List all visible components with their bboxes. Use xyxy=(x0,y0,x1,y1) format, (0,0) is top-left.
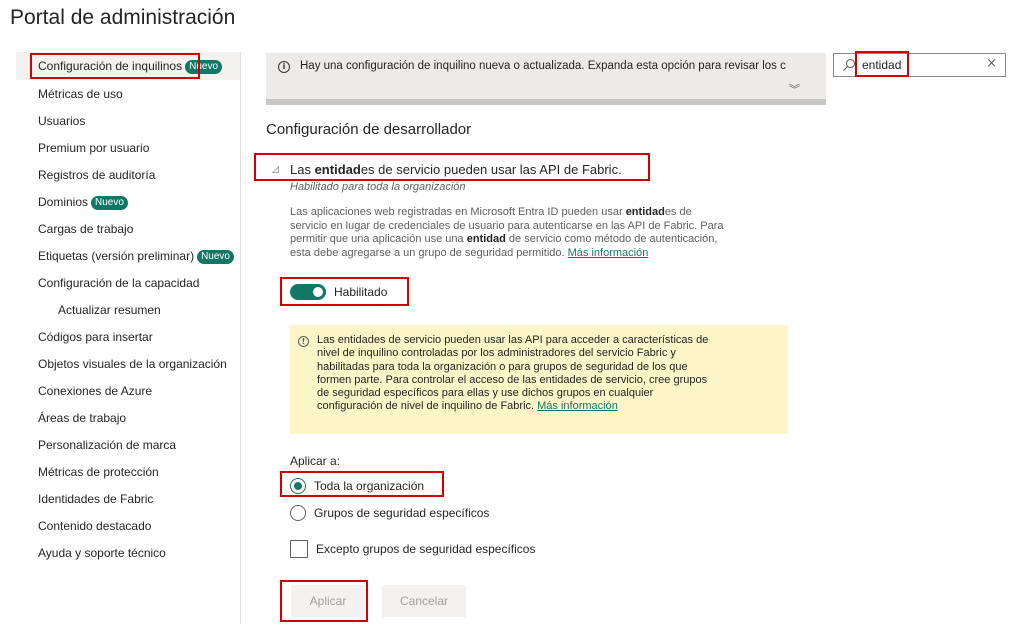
sidebar-item-users[interactable]: Usuarios xyxy=(38,113,85,129)
warning-text: Las entidades de servicio pueden usar la… xyxy=(317,334,709,413)
setting-status: Habilitado para toda la organización xyxy=(290,181,466,193)
sidebar-item-fabric-identities[interactable]: Identidades de Fabric xyxy=(38,491,153,507)
sidebar-item-premium-per-user[interactable]: Premium por usuario xyxy=(38,140,149,156)
sidebar: Configuración de inquilinos Nuevo Métrica… xyxy=(16,52,241,624)
radio-button-checked[interactable] xyxy=(290,478,306,494)
sidebar-item-protection-metrics[interactable]: Métricas de protección xyxy=(38,464,159,480)
banner-scrollbar[interactable] xyxy=(266,99,826,105)
page-title: Portal de administración xyxy=(10,6,236,29)
search-icon xyxy=(843,58,856,71)
sidebar-item-label: Configuración de inquilinos xyxy=(38,59,183,73)
sidebar-item-label: Etiquetas (versión preliminar) xyxy=(38,249,195,263)
sidebar-item-tenant-settings[interactable]: Configuración de inquilinos Nuevo xyxy=(38,58,222,74)
except-groups-checkbox[interactable] xyxy=(290,540,308,558)
sidebar-item-capacity-settings[interactable]: Configuración de la capacidad xyxy=(38,275,199,291)
sidebar-item-featured-content[interactable]: Contenido destacado xyxy=(38,518,151,534)
setting-description: Las aplicaciones web registradas en Micr… xyxy=(290,206,724,259)
radio-button[interactable] xyxy=(290,505,306,521)
toggle-knob xyxy=(313,287,323,297)
enabled-toggle[interactable] xyxy=(290,284,326,300)
learn-more-link[interactable]: Más información xyxy=(568,247,649,259)
close-icon[interactable]: × xyxy=(986,56,997,71)
apply-to-label: Aplicar a: xyxy=(290,454,341,468)
sidebar-item-usage-metrics[interactable]: Métricas de uso xyxy=(38,86,123,102)
apply-button[interactable]: Aplicar xyxy=(291,585,365,617)
enabled-toggle-row[interactable]: Habilitado xyxy=(290,284,387,300)
sidebar-item-audit-logs[interactable]: Registros de auditoría xyxy=(38,167,155,183)
new-badge: Nuevo xyxy=(91,196,128,210)
sidebar-item-org-visuals[interactable]: Objetos visuales de la organización xyxy=(38,356,227,372)
sidebar-item-embed-codes[interactable]: Códigos para insertar xyxy=(38,329,153,345)
sidebar-item-azure-connections[interactable]: Conexiones de Azure xyxy=(38,383,152,399)
search-input[interactable] xyxy=(862,57,982,73)
warning-message: ! Las entidades de servicio pueden usar … xyxy=(290,325,788,434)
search-box[interactable]: × xyxy=(833,53,1006,77)
section-title: Configuración de desarrollador xyxy=(266,121,472,138)
radio-specific-groups[interactable]: Grupos de seguridad específicos xyxy=(290,505,489,521)
except-groups-checkbox-row[interactable]: Excepto grupos de seguridad específicos xyxy=(290,540,535,558)
banner-text: Hay una configuración de inquilino nueva… xyxy=(300,60,786,72)
setting-title: Las entidades de servicio pueden usar la… xyxy=(290,162,622,177)
info-banner[interactable]: i Hay una configuración de inquilino nue… xyxy=(266,53,826,105)
collapse-icon[interactable]: ◿ xyxy=(272,165,284,175)
sidebar-item-workloads[interactable]: Cargas de trabajo xyxy=(38,221,133,237)
cancel-button[interactable]: Cancelar xyxy=(382,585,466,617)
radio-entire-org[interactable]: Toda la organización xyxy=(290,478,424,494)
setting-header[interactable]: ◿ Las entidades de servicio pueden usar … xyxy=(272,162,622,177)
info-icon: i xyxy=(278,61,290,73)
sidebar-item-help-support[interactable]: Ayuda y soporte técnico xyxy=(38,545,166,561)
sidebar-item-label: Dominios xyxy=(38,195,89,209)
learn-more-link[interactable]: Más información xyxy=(537,400,618,412)
checkbox-label: Excepto grupos de seguridad específicos xyxy=(316,542,536,556)
radio-label: Toda la organización xyxy=(314,479,425,493)
sidebar-item-domains[interactable]: Dominios Nuevo xyxy=(38,194,128,210)
radio-label: Grupos de seguridad específicos xyxy=(314,506,490,520)
warning-icon: ! xyxy=(298,336,309,347)
new-badge: Nuevo xyxy=(197,250,234,264)
sidebar-item-labels-preview[interactable]: Etiquetas (versión preliminar) Nuevo xyxy=(38,248,240,264)
new-badge: Nuevo xyxy=(185,60,222,74)
sidebar-item-refresh-summary[interactable]: Actualizar resumen xyxy=(58,302,161,318)
sidebar-item-workspaces[interactable]: Áreas de trabajo xyxy=(38,410,126,426)
sidebar-item-custom-branding[interactable]: Personalización de marca xyxy=(38,437,176,453)
chevron-down-icon[interactable]: ︾ xyxy=(789,81,800,97)
toggle-label: Habilitado xyxy=(334,285,388,299)
